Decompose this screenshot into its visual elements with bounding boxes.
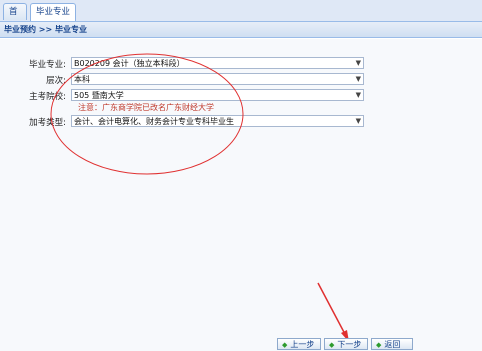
back-label: 返回	[384, 340, 401, 349]
return-icon: ◆	[376, 341, 382, 349]
prev-step-button[interactable]: ◆ 上一步	[277, 338, 321, 350]
annotation-arrow	[317, 282, 349, 342]
arrow-right-icon: ◆	[329, 341, 335, 349]
back-button[interactable]: ◆ 返回	[371, 338, 413, 350]
next-step-button[interactable]: ◆ 下一步	[324, 338, 368, 350]
prev-label: 上一步	[290, 340, 315, 349]
arrow-left-icon: ◆	[282, 341, 288, 349]
next-label: 下一步	[337, 340, 362, 349]
